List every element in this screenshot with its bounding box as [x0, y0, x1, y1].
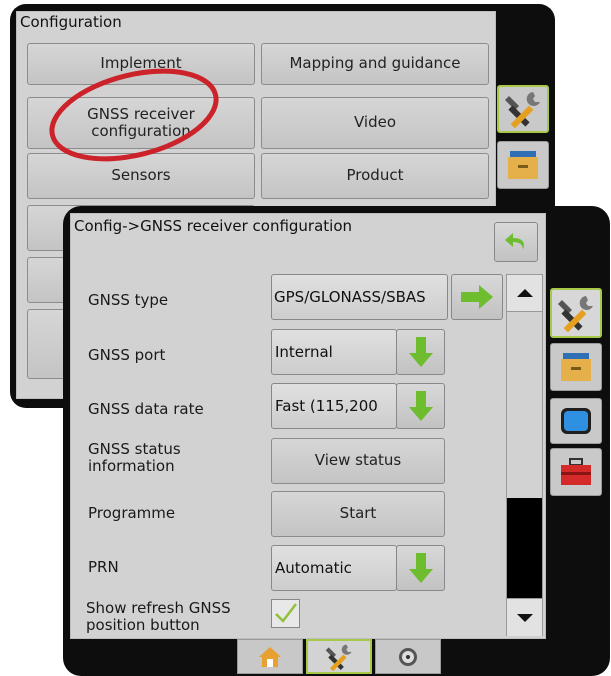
product-button[interactable]: Product: [261, 153, 489, 199]
tab-gauge[interactable]: [375, 639, 441, 674]
back-icon: [505, 233, 524, 250]
gnss-data-rate-value[interactable]: Fast (115,200: [271, 383, 397, 429]
arrow-down-icon: [408, 337, 433, 367]
prn-value[interactable]: Automatic: [271, 545, 397, 591]
configuration-title: Configuration: [20, 13, 122, 31]
files-icon: [561, 353, 591, 381]
tools-icon: [558, 296, 593, 332]
gnss-type-label: GNSS type: [88, 291, 169, 309]
video-button[interactable]: Video: [261, 97, 489, 149]
gnss-port-label: GNSS port: [88, 346, 166, 364]
tab-tools[interactable]: [550, 288, 602, 338]
back-button[interactable]: [494, 222, 538, 262]
tab-home[interactable]: [237, 639, 303, 674]
mapping-guidance-button[interactable]: Mapping and guidance: [261, 43, 489, 85]
gnss-status-label: GNSS status information: [88, 440, 181, 476]
toolbox-icon: [561, 458, 591, 485]
tools-icon: [505, 92, 540, 128]
gnss-type-next-button[interactable]: [451, 274, 503, 320]
check-icon: [275, 603, 297, 623]
prn-label: PRN: [88, 558, 119, 576]
tab-files[interactable]: [550, 343, 602, 391]
gnss-config-title: Config->GNSS receiver configuration: [74, 217, 353, 235]
tools-icon: [325, 643, 352, 671]
tab-tools[interactable]: [497, 85, 549, 133]
speedometer-icon: [399, 647, 417, 666]
prn-dropdown-button[interactable]: [396, 545, 445, 591]
scrollbar[interactable]: [506, 274, 543, 636]
scroll-track: [507, 498, 542, 598]
arrow-up-icon: [516, 289, 533, 297]
home-icon: [259, 646, 281, 667]
gnss-config-panel: Config->GNSS receiver configuration GNSS…: [63, 206, 610, 676]
files-icon: [508, 151, 538, 179]
tab-files[interactable]: [497, 141, 549, 189]
arrow-down-icon: [408, 391, 433, 421]
screen-icon: [561, 408, 591, 434]
highlight-ellipse: [49, 68, 219, 162]
gnss-data-rate-label: GNSS data rate: [88, 400, 204, 418]
arrow-down-icon: [408, 553, 433, 583]
gnss-type-value[interactable]: GPS/GLONASS/SBAS: [271, 274, 448, 320]
gnss-config-content: Config->GNSS receiver configuration GNSS…: [70, 213, 546, 639]
scroll-down-button[interactable]: [507, 598, 542, 636]
scroll-thumb[interactable]: [507, 312, 542, 498]
gnss-port-value[interactable]: Internal: [271, 329, 397, 375]
programme-label: Programme: [88, 504, 176, 522]
tab-toolbox[interactable]: [550, 448, 602, 496]
programme-start-button[interactable]: Start: [271, 491, 445, 537]
scroll-up-button[interactable]: [507, 275, 542, 312]
show-refresh-label: Show refresh GNSS position button: [86, 599, 231, 635]
tab-tools-bottom[interactable]: [306, 639, 372, 674]
gnss-data-rate-dropdown-button[interactable]: [396, 383, 445, 429]
view-status-button[interactable]: View status: [271, 438, 445, 484]
gnss-port-dropdown-button[interactable]: [396, 329, 445, 375]
arrow-down-icon: [516, 613, 533, 622]
arrow-right-icon: [461, 285, 493, 309]
tab-screen[interactable]: [550, 398, 602, 444]
show-refresh-checkbox[interactable]: [271, 599, 300, 628]
